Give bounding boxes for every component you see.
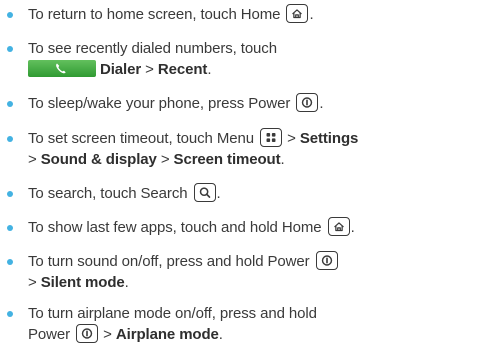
screen-timeout-label: Screen timeout [173,151,281,168]
item-end: . [319,95,324,112]
item-end: . [280,151,285,168]
separator: > [28,151,41,168]
item-end: . [124,274,129,291]
list-item: To turn airplane mode on/off, press and … [7,303,482,345]
home-icon [286,4,309,23]
dialer-button-icon [28,60,96,77]
item-end: . [350,219,355,236]
home-icon [327,217,350,236]
settings-label: Settings [299,130,359,147]
list-item: To sleep/wake your phone, press Power . [7,93,482,114]
phone-icon [56,63,66,74]
list-item: To see recently dialed numbers, touch Di… [7,38,482,80]
item-text: To search, touch Search [28,185,188,202]
recent-label: Recent [157,61,208,78]
sound-display-label: Sound & display [40,151,157,168]
list-item: To return to home screen, touch Home . [7,4,482,25]
item-text-cont: Power [28,326,71,343]
separator: > [99,326,116,343]
item-text: To return to home screen, touch Home [28,6,281,23]
item-text: To see recently dialed numbers, touch [28,40,277,57]
item-text: To turn sound on/off, press and hold Pow… [28,253,310,270]
power-icon [296,93,319,112]
menu-icon [260,128,283,147]
list-item: To show last few apps, touch and hold Ho… [7,217,482,238]
airplane-mode-label: Airplane mode [115,326,219,343]
search-icon [193,183,216,202]
separator: > [141,61,158,78]
item-text: To turn airplane mode on/off, press and … [28,305,317,322]
list-item: To turn sound on/off, press and hold Pow… [7,251,482,293]
separator: > [283,130,300,147]
item-end: . [218,326,223,343]
item-text: To sleep/wake your phone, press Power [28,95,291,112]
power-icon [315,251,338,270]
item-end: . [309,6,314,23]
help-document: To return to home screen, touch Home . T… [0,0,482,347]
power-icon [76,324,99,343]
list-item: To search, touch Search . [7,183,482,204]
item-text: To show last few apps, touch and hold Ho… [28,219,322,236]
item-text: To set screen timeout, touch Menu [28,130,254,147]
dialer-label: Dialer [100,61,142,78]
item-end: . [216,185,221,202]
separator: > [156,151,174,168]
item-end: . [207,61,212,78]
list-item: To set screen timeout, touch Menu > Sett… [7,128,482,170]
separator: > [28,274,41,291]
silent-mode-label: Silent mode [40,274,125,291]
